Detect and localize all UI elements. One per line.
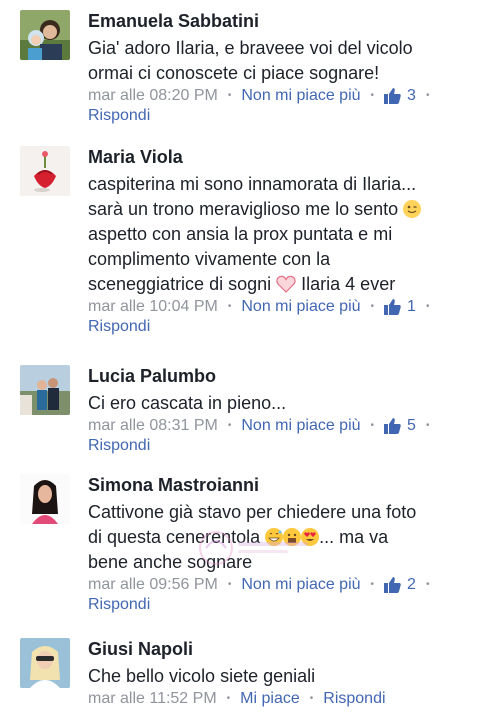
timestamp[interactable]: mar alle 09:56 PM [88,575,218,595]
avatar[interactable] [20,365,70,415]
hungry-emoji-icon [283,528,302,546]
like-count[interactable]: 5 [384,416,416,436]
comment-text: Gia' adoro Ilaria, e braveee voi del vic… [88,38,413,83]
thumbs-up-icon [384,577,401,593]
avatar[interactable] [20,10,70,60]
reply-button[interactable]: Rispondi [88,595,478,615]
like-count[interactable]: 1 [384,297,416,317]
avatar[interactable] [20,474,70,524]
reply-button[interactable]: Rispondi [323,689,385,709]
comment-meta: mar alle 08:20 PM • Non mi piace più • 3… [88,86,430,106]
unlike-button[interactable]: Non mi piace più [241,86,360,106]
unlike-button[interactable]: Non mi piace più [241,416,360,436]
author-name[interactable]: Giusi Napoli [88,638,478,660]
author-name[interactable]: Maria Viola [88,146,478,168]
author-name[interactable]: Simona Mastroianni [88,474,478,496]
comment-meta: mar alle 08:31 PM • Non mi piace più • 5… [88,416,430,436]
timestamp[interactable]: mar alle 10:04 PM [88,297,218,317]
comment-meta: mar alle 09:56 PM • Non mi piace più • 2… [88,575,430,595]
thumbs-up-icon [384,418,401,434]
reply-button[interactable]: Rispondi [88,317,478,337]
unlike-button[interactable]: Non mi piace più [241,575,360,595]
timestamp[interactable]: mar alle 08:31 PM [88,416,218,436]
comment-text: Ci ero cascata in pieno... [88,393,287,413]
reply-button[interactable]: Rispondi [88,436,478,456]
comment-text: Che bello vicolo siete geniali [88,666,316,686]
grinning-sweat-emoji-icon [265,528,284,546]
comment-text: Cattivone già stavo per chiedere una fot… [88,502,417,572]
comment-text: caspiterina mi sono innamorata di Ilaria… [88,172,478,297]
like-button[interactable]: Mi piace [240,689,300,709]
like-count[interactable]: 3 [384,86,416,106]
reply-button[interactable]: Rispondi [88,106,478,126]
avatar[interactable] [20,638,70,688]
wink-emoji-icon [403,200,422,218]
unlike-button[interactable]: Non mi piace più [241,297,360,317]
timestamp[interactable]: mar alle 11:52 PM [88,689,217,709]
thumbs-up-icon [384,299,401,315]
author-name[interactable]: Lucia Palumbo [88,365,478,387]
comment-meta: mar alle 10:04 PM • Non mi piace più • 1… [88,297,430,317]
comment-meta: mar alle 11:52 PM • Mi piace • Rispondi [88,689,386,709]
heart-icon [276,275,296,293]
thumbs-up-icon [384,88,401,104]
heart-eyes-emoji-icon [301,528,320,546]
author-name[interactable]: Emanuela Sabbatini [88,10,478,32]
timestamp[interactable]: mar alle 08:20 PM [88,86,218,106]
avatar[interactable] [20,146,70,196]
like-count[interactable]: 2 [384,575,416,595]
